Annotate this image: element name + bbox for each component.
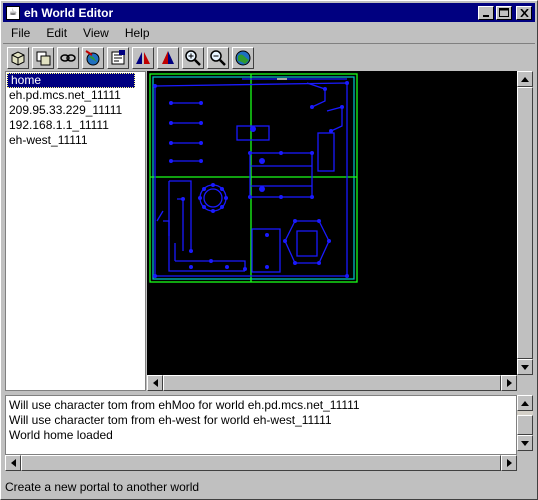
scroll-thumb[interactable]: [163, 375, 501, 391]
window-title: eh World Editor: [24, 5, 114, 20]
new-thing-button[interactable]: [7, 46, 29, 69]
close-icon: [519, 8, 529, 17]
scroll-thumb[interactable]: [21, 455, 501, 471]
scroll-corner: [517, 455, 533, 471]
java-cup-icon[interactable]: ☕: [6, 5, 20, 20]
minimize-icon: [483, 14, 489, 17]
log-line: Will use character tom from ehMoo for wo…: [9, 398, 360, 412]
log-horizontal-scrollbar[interactable]: [5, 455, 517, 471]
scroll-left-button[interactable]: [5, 455, 21, 471]
scroll-thumb[interactable]: [517, 415, 533, 435]
room-icon: [36, 51, 51, 65]
status-text: Create a new portal to another world: [5, 480, 200, 494]
app-window: ☕ eh World Editor File Edit View Help ho…: [0, 0, 538, 500]
globe-arrow-icon: [85, 49, 100, 65]
new-portal-button[interactable]: [82, 46, 104, 69]
world-list[interactable]: home eh.pd.mcs.net_11111 209.95.33.229_1…: [5, 71, 146, 391]
maximize-button[interactable]: [496, 5, 512, 20]
scroll-down-button[interactable]: [517, 435, 533, 451]
arrow-up-icon: [521, 76, 529, 82]
scroll-right-button[interactable]: [501, 375, 517, 391]
message-log: Will use character tom from ehMoo for wo…: [5, 395, 517, 455]
log-line: Will use character tom from eh-west for …: [9, 413, 332, 427]
menu-edit[interactable]: Edit: [38, 26, 75, 40]
box-3d-icon: [11, 50, 25, 66]
scroll-down-button[interactable]: [517, 359, 533, 375]
new-exit-button[interactable]: [57, 46, 79, 69]
status-bar: Create a new portal to another world: [3, 477, 537, 497]
menu-help[interactable]: Help: [117, 26, 158, 40]
log-line: World home loaded: [9, 428, 113, 442]
scroll-up-button[interactable]: [517, 71, 533, 87]
flip-vertical-icon: [162, 50, 174, 64]
zoom-out-icon: [210, 49, 226, 66]
world-button[interactable]: [232, 46, 254, 69]
arrow-down-icon: [521, 364, 529, 370]
toolbar: [3, 43, 535, 71]
maximize-icon: [499, 8, 509, 17]
arrow-right-icon: [506, 379, 512, 387]
scroll-right-button[interactable]: [501, 455, 517, 471]
flip-horizontal-button[interactable]: [132, 46, 154, 69]
properties-button[interactable]: [107, 46, 129, 69]
arrow-left-icon: [152, 379, 158, 387]
world-list-item[interactable]: 192.168.1.1_11111: [6, 118, 145, 133]
world-list-item[interactable]: eh-west_11111: [6, 133, 145, 148]
title-bar[interactable]: ☕ eh World Editor: [3, 3, 535, 22]
scroll-up-button[interactable]: [517, 395, 533, 411]
scroll-corner: [517, 375, 533, 391]
scroll-left-button[interactable]: [147, 375, 163, 391]
world-list-item-home[interactable]: home: [7, 73, 135, 88]
flip-vertical-button[interactable]: [157, 46, 179, 69]
zoom-in-icon: [185, 49, 201, 66]
arrow-up-icon: [521, 400, 529, 406]
world-list-item[interactable]: eh.pd.mcs.net_11111: [6, 88, 145, 103]
zoom-out-button[interactable]: [207, 46, 229, 69]
zoom-in-button[interactable]: [182, 46, 204, 69]
minimize-button[interactable]: [478, 5, 494, 20]
new-room-button[interactable]: [32, 46, 54, 69]
link-chain-icon: [60, 53, 76, 62]
menu-file[interactable]: File: [3, 26, 38, 40]
arrow-down-icon: [521, 440, 529, 446]
menu-bar: File Edit View Help: [3, 23, 535, 42]
world-icon: [235, 50, 251, 65]
arrow-left-icon: [10, 459, 16, 467]
close-button[interactable]: [516, 5, 532, 20]
menu-view[interactable]: View: [75, 26, 117, 40]
world-list-item[interactable]: 209.95.33.229_11111: [6, 103, 145, 118]
world-map[interactable]: [147, 71, 517, 375]
flip-horizontal-icon: [136, 51, 150, 64]
map-horizontal-scrollbar[interactable]: [147, 375, 517, 391]
log-vertical-scrollbar[interactable]: [517, 395, 533, 455]
map-vertical-scrollbar[interactable]: [517, 71, 533, 375]
arrow-right-icon: [506, 459, 512, 467]
scroll-thumb[interactable]: [517, 87, 533, 359]
world-map-canvas[interactable]: [147, 71, 517, 375]
properties-icon: [111, 49, 125, 64]
